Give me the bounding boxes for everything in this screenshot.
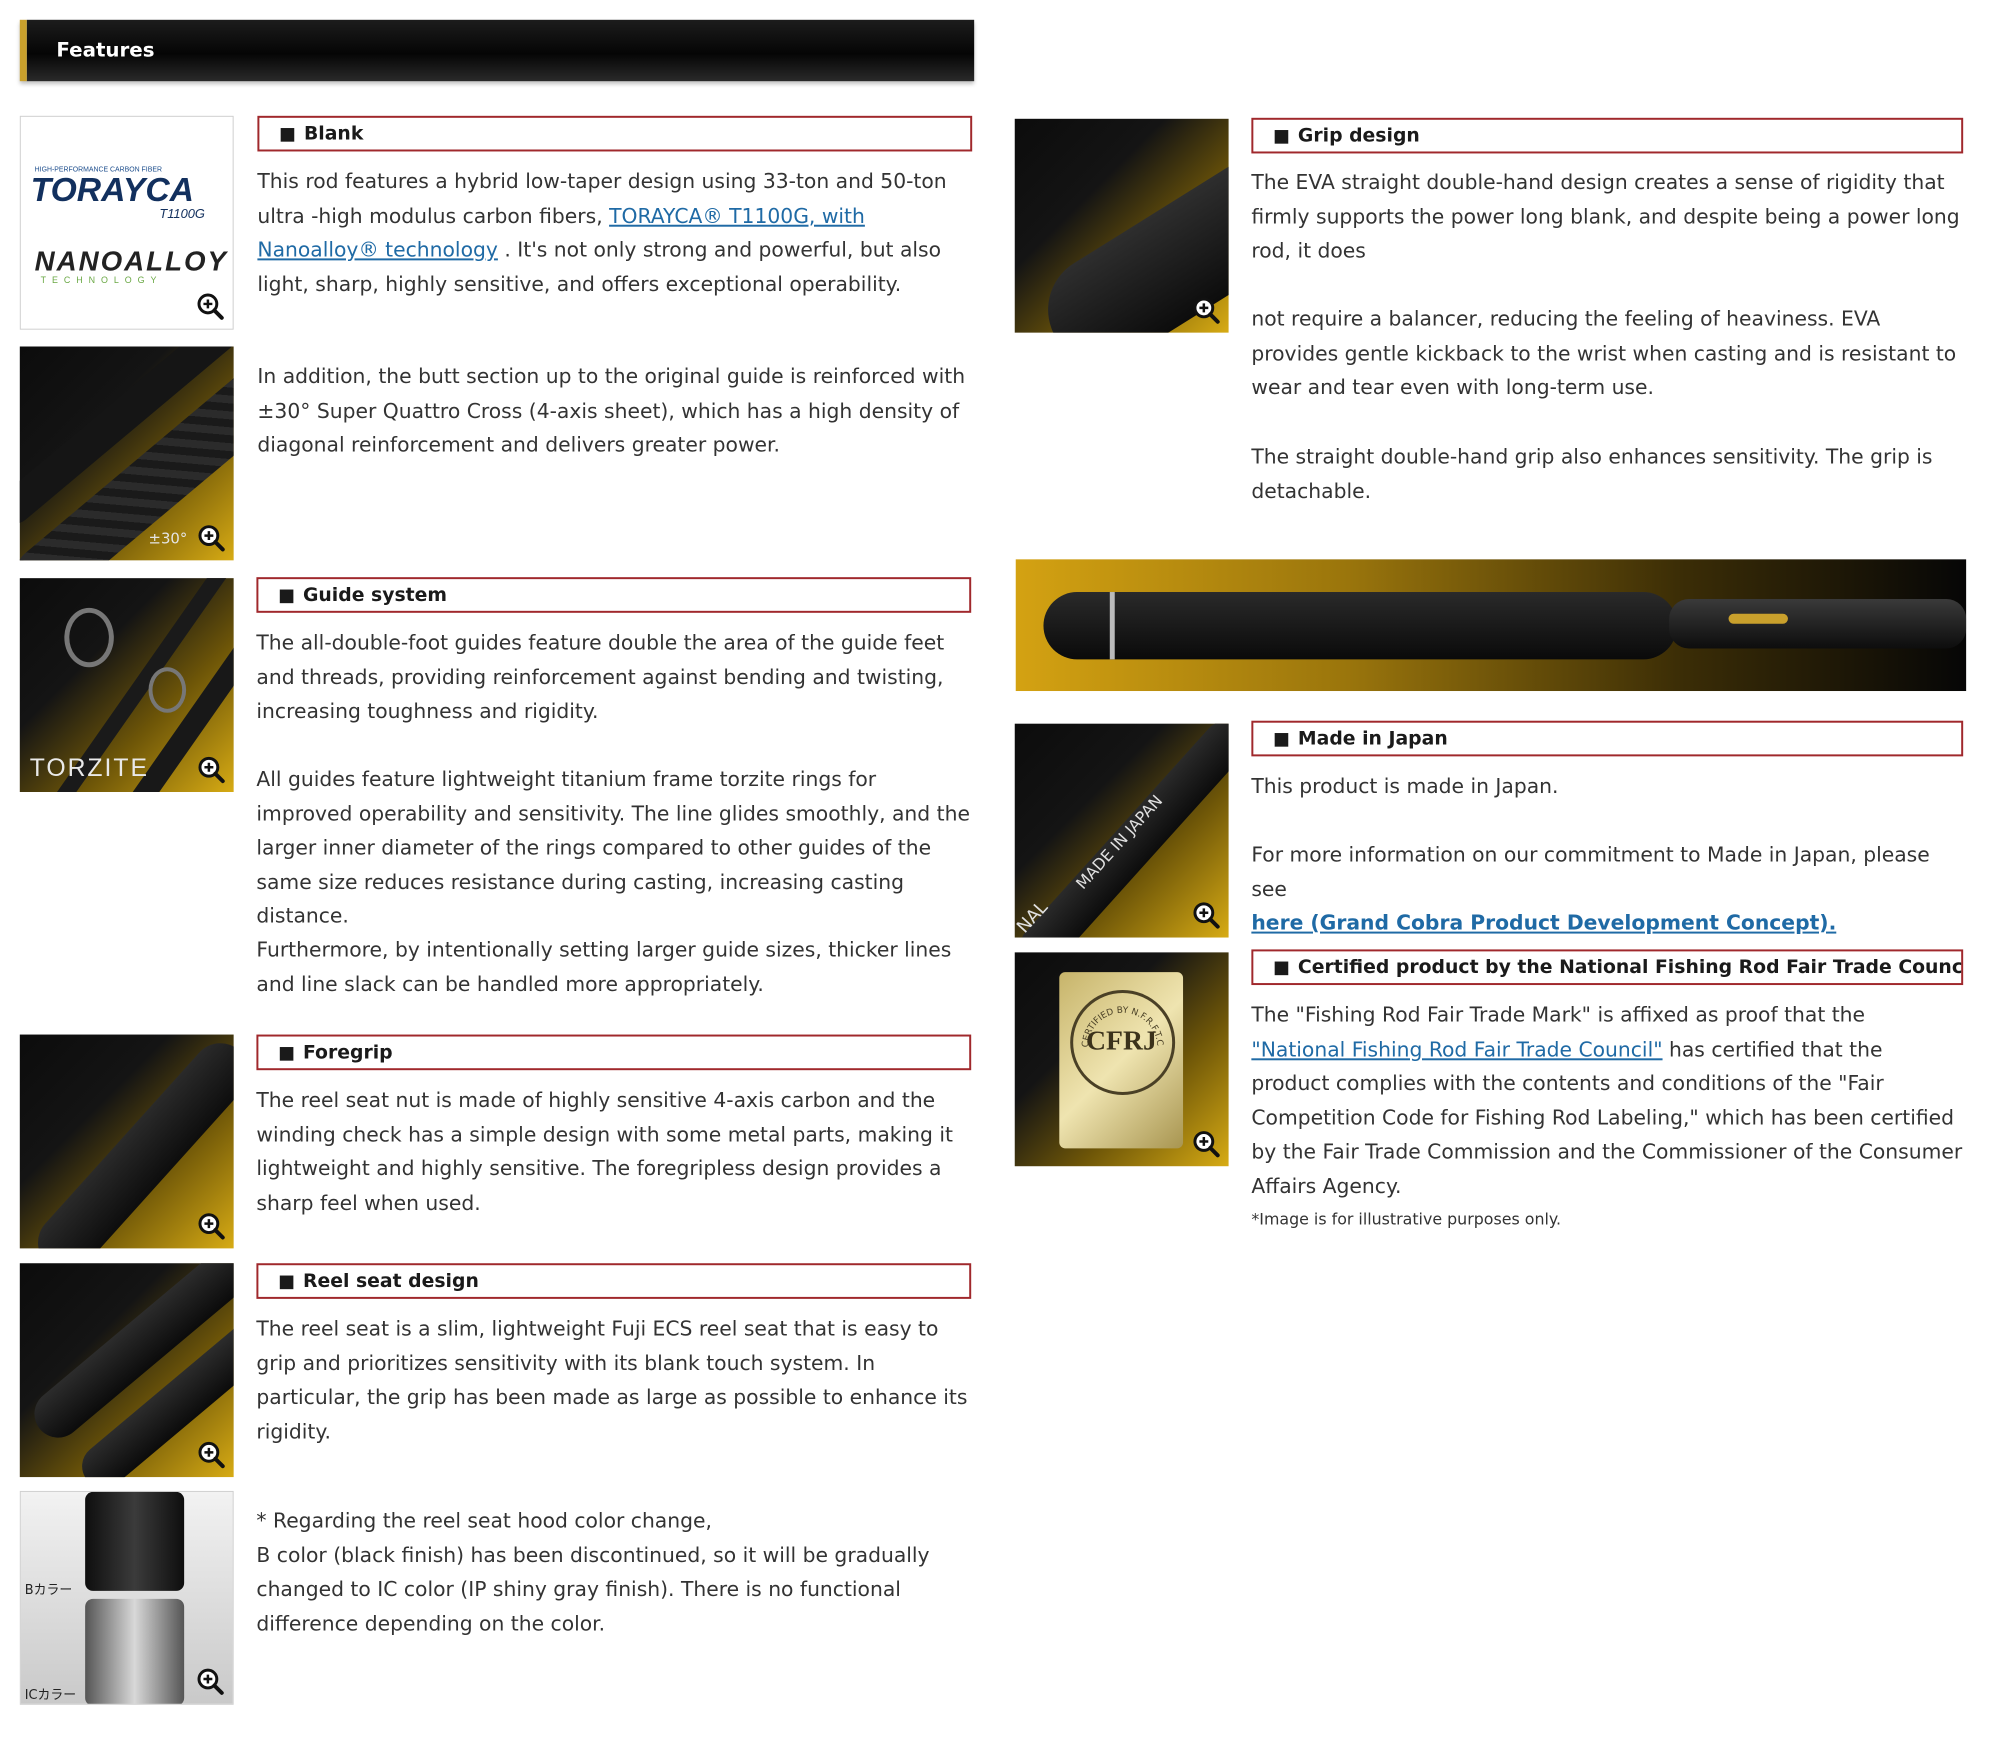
- zoom-in-icon[interactable]: [196, 523, 226, 553]
- development-concept-link[interactable]: here (Grand Cobra Product Development Co…: [1251, 911, 1836, 935]
- logo-main-text: TORAYCA: [31, 172, 194, 209]
- logo-brand-text: NANOALLOY: [35, 245, 229, 276]
- guide-paragraph-1: The all-double-foot guides feature doubl…: [256, 630, 945, 723]
- zoom-in-icon[interactable]: [195, 1666, 225, 1696]
- zoom-in-icon[interactable]: [196, 1439, 226, 1469]
- image-footnote: *Image is for illustrative purposes only…: [1251, 1209, 1562, 1229]
- grip-shape: [1043, 592, 1678, 660]
- carbon-weave-image[interactable]: ±30°: [19, 346, 234, 561]
- fair-trade-council-link[interactable]: "National Fishing Rod Fair Trade Council…: [1251, 1037, 1662, 1061]
- zoom-in-icon[interactable]: [196, 1211, 226, 1241]
- guide-paragraph-3: Furthermore, by intentionally setting la…: [256, 937, 952, 996]
- guide-system-heading: Guide system: [256, 577, 972, 613]
- guide-paragraph-2: All guides feature lightweight titanium …: [256, 767, 970, 928]
- reel-seat-paragraph: The reel seat is a slim, lightweight Fuj…: [256, 1316, 968, 1443]
- hood-ic-shape: [85, 1598, 185, 1704]
- made-in-japan-text: For more information on our commitment t…: [1251, 842, 1930, 901]
- zoom-in-icon[interactable]: [195, 291, 225, 321]
- grip-paragraph-2: not require a balancer, reducing the fee…: [1251, 306, 1957, 399]
- guide-ring-shape: [148, 667, 187, 713]
- reel-seat-heading: Reel seat design: [256, 1263, 972, 1299]
- zoom-in-icon[interactable]: [196, 754, 226, 784]
- reel-seat-shape: [1669, 598, 1967, 649]
- fair-trade-mark-image[interactable]: CERTIFIED BY N.F.R.F.T.C CFRJ: [1014, 952, 1229, 1167]
- zoom-in-icon[interactable]: [1191, 1129, 1221, 1159]
- torayca-logo-image[interactable]: HIGH-PERFORMANCE CARBON FIBER TORAYCA T1…: [19, 115, 234, 330]
- made-in-japan-paragraph-2: For more information on our commitment t…: [1251, 838, 1963, 940]
- features-header-bar: Features: [19, 19, 975, 82]
- grip-paragraph-3: The straight double-hand grip also enhan…: [1251, 444, 1933, 503]
- zoom-in-icon[interactable]: [1191, 295, 1221, 325]
- certified-heading: Certified product by the National Fishin…: [1251, 949, 1964, 986]
- ic-color-label: ICカラー: [24, 1687, 77, 1703]
- reel-seat-note-line-2: B color (black finish) has been disconti…: [256, 1542, 930, 1635]
- grip-paragraph-1: The EVA straight double-hand design crea…: [1251, 170, 1960, 263]
- foregrip-paragraph: The reel seat nut is made of highly sens…: [256, 1088, 953, 1215]
- hood-b-shape: [85, 1491, 185, 1591]
- cfrj-seal-text: CFRJ: [1086, 1025, 1157, 1057]
- torzite-guide-image[interactable]: TORZITE: [19, 578, 234, 792]
- reel-seat-badge-shape: [1728, 613, 1788, 624]
- torzite-label: TORZITE: [29, 754, 149, 783]
- logo-sub-text: T1100G: [159, 206, 205, 221]
- logo-brand-sub-text: TECHNOLOGY: [41, 275, 163, 285]
- foregrip-heading: Foregrip: [256, 1034, 972, 1071]
- blank-paragraph-2: In addition, the butt section up to the …: [257, 364, 966, 457]
- reel-seat-note-line-1: * Regarding the reel seat hood color cha…: [256, 1508, 712, 1533]
- reel-seat-hood-color-image[interactable]: Bカラー ICカラー: [19, 1490, 234, 1705]
- blank-paragraph-1: This rod features a hybrid low-taper des…: [257, 164, 972, 301]
- b-color-label: Bカラー: [24, 1583, 73, 1598]
- winding-check-shape: [1109, 592, 1115, 660]
- rod-banner-image[interactable]: [1015, 559, 1967, 692]
- made-in-japan-heading: Made in Japan: [1251, 720, 1964, 757]
- angle-label: ±30°: [148, 529, 188, 548]
- made-in-japan-paragraph-1: This product is made in Japan.: [1251, 774, 1559, 798]
- zoom-in-icon[interactable]: [1191, 900, 1221, 930]
- grip-image[interactable]: [1014, 118, 1229, 333]
- features-title: Features: [56, 37, 155, 62]
- grip-design-heading: Grip design: [1251, 117, 1964, 154]
- certified-text-before: The "Fishing Rod Fair Trade Mark" is aff…: [1251, 1002, 1866, 1027]
- foregrip-image[interactable]: [19, 1034, 234, 1249]
- blank-heading: Blank: [257, 115, 973, 152]
- made-in-japan-image[interactable]: MADE IN JAPAN NAL: [1014, 723, 1229, 938]
- reel-seat-note: * Regarding the reel seat hood color cha…: [256, 1504, 971, 1641]
- guide-ring-shape: [64, 607, 114, 668]
- reel-seat-image[interactable]: [19, 1263, 234, 1478]
- certified-paragraph: The "Fishing Rod Fair Trade Mark" is aff…: [1251, 998, 1963, 1203]
